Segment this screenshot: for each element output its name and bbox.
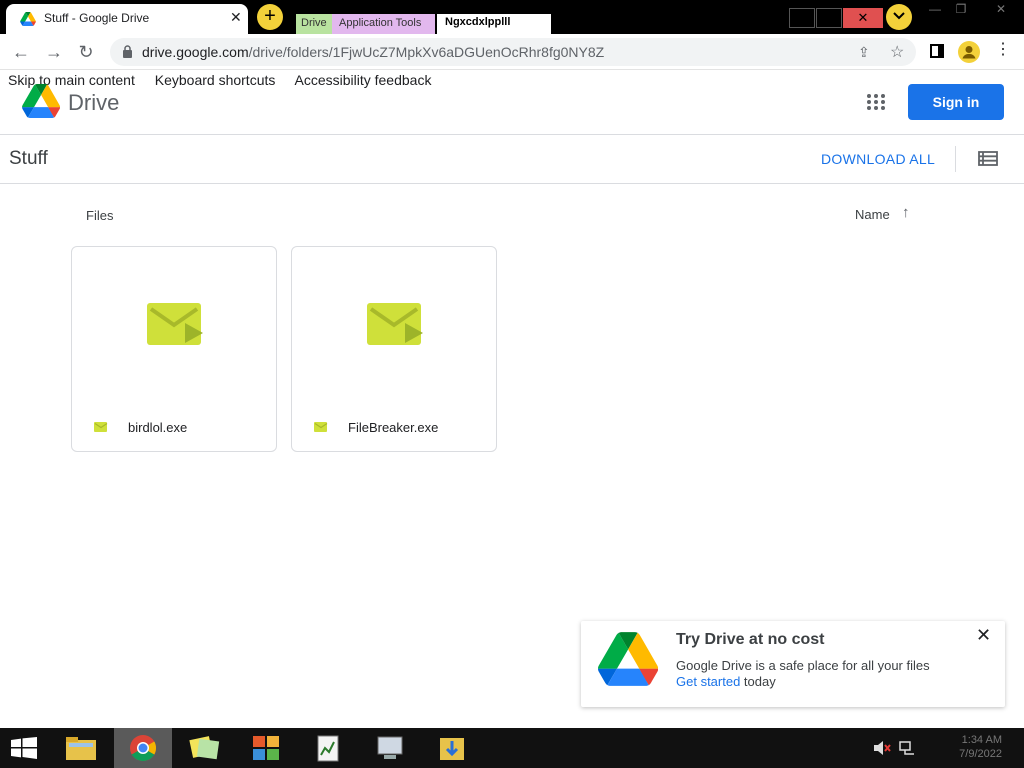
get-started-link[interactable]: Get started xyxy=(676,674,740,689)
overlay-drive-tab: Drive xyxy=(296,14,334,34)
file-type-icon xyxy=(94,422,108,432)
file-explorer-icon[interactable] xyxy=(52,728,110,768)
video-file-thumbnail-icon xyxy=(147,303,203,345)
share-icon[interactable]: ⇪ xyxy=(858,44,870,61)
chrome-taskbar-icon[interactable] xyxy=(114,728,172,768)
url-text: drive.google.com/drive/folders/1FjwUcZ7M… xyxy=(142,44,604,60)
download-all-button[interactable]: DOWNLOAD ALL xyxy=(821,151,935,167)
promo-cta-suffix: today xyxy=(740,674,776,689)
toolbar-divider xyxy=(955,146,956,172)
keyboard-shortcuts-link[interactable]: Keyboard shortcuts xyxy=(155,72,276,88)
url-host: drive.google.com xyxy=(142,44,249,60)
system-monitor-icon[interactable] xyxy=(361,728,419,768)
profile-avatar-icon[interactable] xyxy=(958,41,980,63)
side-panel-icon[interactable] xyxy=(930,44,944,58)
promo-title: Try Drive at no cost xyxy=(676,631,825,648)
try-drive-promo: Try Drive at no cost Google Drive is a s… xyxy=(581,621,1005,707)
list-view-icon[interactable] xyxy=(978,151,998,166)
product-name[interactable]: Drive xyxy=(68,90,119,116)
lock-icon xyxy=(123,45,132,58)
file-type-icon xyxy=(314,422,328,432)
overlay-window-box xyxy=(789,8,815,28)
start-windows-icon[interactable] xyxy=(0,728,48,768)
accessibility-feedback-link[interactable]: Accessibility feedback xyxy=(295,72,432,88)
speaker-muted-icon[interactable] xyxy=(868,728,896,768)
windows-taskbar: 1:34 AM 7/9/2022 xyxy=(0,728,1024,768)
google-drive-logo-icon[interactable] xyxy=(22,84,60,118)
promo-text: Google Drive is a safe place for all you… xyxy=(676,658,930,673)
sign-in-button[interactable]: Sign in xyxy=(908,84,1004,120)
promo-cta-row: Get started today xyxy=(676,674,776,689)
bookmark-star-icon[interactable]: ☆ xyxy=(890,42,904,62)
sort-by-name-button[interactable]: Name xyxy=(855,207,890,222)
file-name: birdlol.exe xyxy=(128,420,188,435)
forward-arrow-icon[interactable]: → xyxy=(43,41,65,63)
clock-date: 7/9/2022 xyxy=(959,748,1002,760)
network-icon[interactable] xyxy=(894,728,920,768)
promo-close-icon[interactable]: ✕ xyxy=(976,625,991,646)
sort-arrow-up-icon[interactable]: ↑ xyxy=(902,204,910,221)
browser-toolbar: ← → ↻ drive.google.com/drive/folders/1Fj… xyxy=(0,34,1024,70)
folder-download-icon[interactable] xyxy=(423,728,481,768)
file-name: FileBreaker.exe xyxy=(348,420,439,435)
tab-title: Stuff - Google Drive xyxy=(44,11,150,25)
tab-close-icon[interactable]: ✕ xyxy=(230,9,242,26)
address-bar[interactable]: drive.google.com/drive/folders/1FjwUcZ7M… xyxy=(110,38,916,66)
subheader-divider xyxy=(0,183,1024,184)
browser-tab-bar: Stuff - Google Drive ✕ + Drive Applicati… xyxy=(0,0,1024,34)
overlay-close-icon[interactable]: ✕ xyxy=(843,8,883,28)
header-divider xyxy=(0,134,1024,135)
clock-time: 1:34 AM xyxy=(961,734,1002,746)
overlay-ribbon-title: Ngxcdxlpplll xyxy=(437,14,551,34)
file-card[interactable]: FileBreaker.exe xyxy=(291,246,497,452)
minimize-icon[interactable]: — xyxy=(922,2,948,20)
browser-tab[interactable]: Stuff - Google Drive ✕ xyxy=(6,4,248,34)
application-tools-label: Application Tools xyxy=(332,14,435,34)
chrome-menu-icon[interactable]: ⋮ xyxy=(995,42,1011,58)
sticky-notes-icon[interactable] xyxy=(175,728,233,768)
overlay-window-box xyxy=(816,8,842,28)
files-section-label: Files xyxy=(86,208,114,223)
new-tab-plus-icon[interactable]: + xyxy=(257,4,283,30)
url-path: /drive/folders/1FjwUcZ7MpkXv6aDGUenOcRhr… xyxy=(248,44,605,60)
video-file-thumbnail-icon xyxy=(367,303,423,345)
folder-title: Stuff xyxy=(9,148,48,169)
file-card[interactable]: birdlol.exe xyxy=(71,246,277,452)
system-clock[interactable]: 1:34 AM 7/9/2022 xyxy=(950,733,1002,761)
skip-links: Skip to main content Keyboard shortcuts … xyxy=(8,72,447,88)
tab-search-chevron-down-icon[interactable] xyxy=(886,4,912,30)
notepad-chart-icon[interactable] xyxy=(299,728,357,768)
back-arrow-icon[interactable]: ← xyxy=(10,41,32,63)
google-drive-logo-icon xyxy=(598,632,658,686)
google-drive-favicon-icon xyxy=(20,12,36,26)
control-panel-icon[interactable] xyxy=(237,728,295,768)
reload-icon[interactable]: ↻ xyxy=(75,41,97,63)
restore-icon[interactable]: ❐ xyxy=(948,2,974,20)
window-close-icon[interactable]: ✕ xyxy=(988,2,1014,20)
google-apps-grid-icon[interactable] xyxy=(866,93,886,111)
